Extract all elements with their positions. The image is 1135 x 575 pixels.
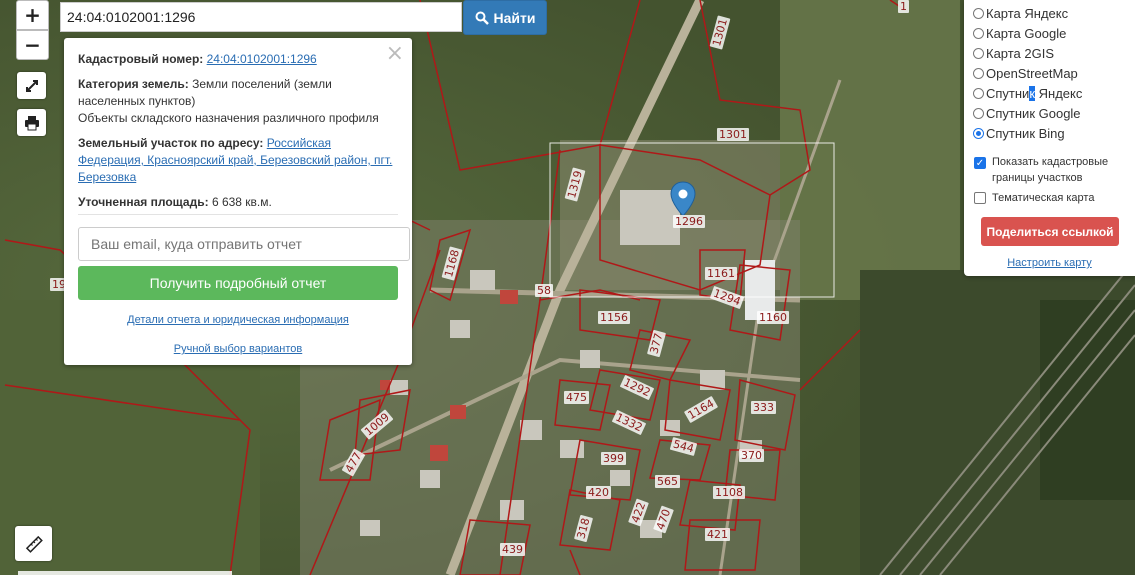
layer-label: Спутник Google [986, 105, 1081, 121]
expand-icon [25, 79, 38, 92]
layer-label: OpenStreetMap [986, 65, 1078, 81]
layer-bing-satellite[interactable]: Спутник Bing [973, 124, 1065, 142]
parcel-label: 420 [586, 486, 611, 499]
radio-button[interactable] [973, 87, 984, 99]
zoom-out-button[interactable]: − [16, 30, 49, 60]
manual-selection-link[interactable]: Ручной выбор вариантов [174, 343, 302, 355]
get-report-button[interactable]: Получить подробный отчет [78, 266, 398, 300]
pin-icon [670, 181, 696, 217]
search-icon [475, 11, 489, 25]
radio-button-selected[interactable] [973, 127, 984, 139]
usage-value: Объекты складского назначения различного… [78, 111, 379, 125]
layer-google-map[interactable]: Карта Google [973, 24, 1066, 42]
setup-map-link[interactable]: Настроить карту [964, 257, 1135, 269]
fullscreen-button[interactable] [17, 72, 46, 99]
parcel-label: 370 [739, 449, 764, 462]
parcel-label: 1160 [757, 311, 789, 324]
radio-button[interactable] [973, 27, 984, 39]
email-field[interactable] [78, 227, 410, 261]
category-label: Категория земель: [78, 77, 189, 91]
parcel-label: 399 [601, 452, 626, 465]
layer-openstreetmap[interactable]: OpenStreetMap [973, 64, 1078, 82]
radio-button[interactable] [973, 67, 984, 79]
area-label: Уточненная площадь: [78, 195, 209, 209]
layer-label: Спутник Bing [986, 125, 1065, 141]
measure-button[interactable] [15, 526, 52, 561]
address-label: Земельный участок по адресу: [78, 136, 264, 150]
thematic-map-option[interactable]: Тематическая карта [974, 190, 1094, 206]
marker-parcel-label: 1296 [673, 215, 705, 228]
checkbox-checked[interactable]: ✓ [974, 157, 986, 169]
parcel-label: 1108 [713, 486, 745, 499]
parcel-label: 58 [535, 284, 553, 297]
layer-label: Спутник Яндекс [986, 85, 1083, 101]
popup-divider [78, 214, 398, 215]
layer-yandex-map[interactable]: Карта Яндекс [973, 4, 1068, 22]
print-button[interactable] [17, 109, 46, 136]
zoom-in-button[interactable]: + [16, 0, 49, 30]
search-button[interactable]: Найти [463, 0, 547, 35]
radio-button[interactable] [973, 7, 984, 19]
area-value: 6 638 кв.м. [211, 195, 272, 209]
checkbox[interactable] [974, 192, 986, 204]
report-details-link[interactable]: Детали отчета и юридическая информация [127, 314, 349, 326]
parcel-label: 439 [500, 543, 525, 556]
parcel-info-popup: × Кадастровый номер: 24:04:0102001:1296 … [64, 38, 412, 365]
radio-button[interactable] [973, 47, 984, 59]
layer-yandex-satellite[interactable]: Спутник Яндекс [973, 84, 1082, 102]
search-button-label: Найти [493, 9, 536, 26]
thematic-map-label: Тематическая карта [992, 192, 1095, 204]
layer-google-satellite[interactable]: Спутник Google [973, 104, 1081, 122]
attribution-bar [18, 571, 232, 575]
parcel-label: 1301 [717, 128, 749, 141]
parcel-label: 1156 [598, 311, 630, 324]
parcel-label: 1161 [705, 267, 737, 280]
layer-label: Карта Google [986, 25, 1067, 41]
cadastral-number-link[interactable]: 24:04:0102001:1296 [207, 52, 317, 66]
ruler-icon [25, 535, 43, 553]
share-link-button[interactable]: Поделиться ссылкой [981, 217, 1119, 246]
parcel-label: 1 [898, 0, 909, 13]
search-input[interactable] [60, 2, 462, 32]
parcel-label: 421 [705, 528, 730, 541]
radio-button[interactable] [973, 107, 984, 119]
parcel-label: 475 [564, 391, 589, 404]
parcel-label: 333 [751, 401, 776, 414]
show-cadastral-label: Показать кадастровые границы участков [992, 156, 1109, 184]
printer-icon [24, 115, 39, 130]
layer-label: Карта 2GIS [986, 45, 1055, 61]
layer-2gis-map[interactable]: Карта 2GIS [973, 44, 1054, 62]
layer-label: Карта Яндекс [986, 5, 1069, 21]
cadastral-label: Кадастровый номер: [78, 52, 204, 66]
parcel-label: 565 [655, 475, 680, 488]
location-marker[interactable] [670, 181, 696, 217]
show-cadastral-option[interactable]: ✓ Показать кадастровые границы участков [974, 154, 1129, 186]
map-layers-panel: Карта Яндекс Карта Google Карта 2GIS Ope… [964, 0, 1135, 276]
